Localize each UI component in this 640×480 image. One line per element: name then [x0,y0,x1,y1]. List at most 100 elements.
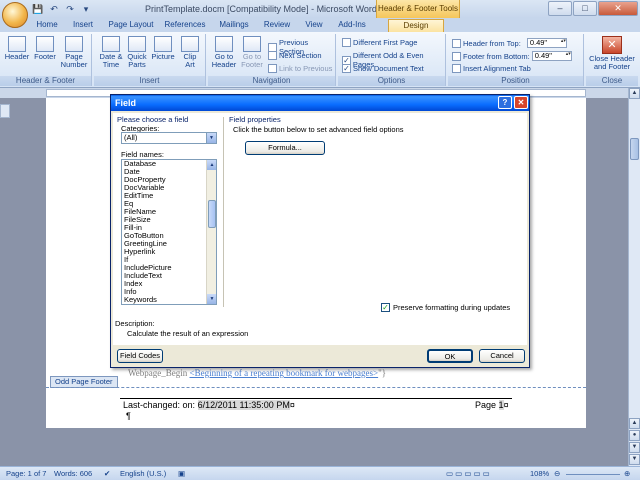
scroll-down-icon[interactable]: ▼ [629,454,640,465]
footer-position-icon [452,51,461,61]
insert-alignment-tab-button[interactable]: Insert Alignment Tab [452,64,531,73]
quick-access-toolbar: 💾 ↶ ↷ ▾ [32,3,92,15]
footer-from-bottom-spinner[interactable]: 0.49" [531,51,572,61]
footer-icon [36,36,54,52]
footer-button[interactable]: Footer [32,34,58,61]
picture-button[interactable]: Picture [150,34,176,61]
field-dialog: Field ? ✕ Please choose a field Field pr… [110,94,530,368]
zoom-slider[interactable] [566,474,620,475]
browse-object-icon[interactable]: ● [629,430,640,441]
office-button[interactable] [2,2,28,28]
preserve-formatting-checkbox[interactable]: ✓ Preserve formatting during updates [381,303,510,312]
alignment-tab-icon [452,64,461,73]
clip-art-button[interactable]: Clip Art [178,34,202,69]
chevron-down-icon[interactable]: ▼ [206,133,216,143]
header-button[interactable]: Header [4,34,30,61]
scroll-up-icon[interactable]: ▲ [207,160,216,170]
description-text: Calculate the result of an expression [127,329,249,338]
minimize-button[interactable]: – [548,1,572,16]
tab-add-ins[interactable]: Add-Ins [334,19,370,32]
date-time-button[interactable]: Date & Time [98,34,124,69]
cancel-button[interactable]: Cancel [479,349,525,363]
tab-home[interactable]: Home [32,19,62,32]
paragraph-mark: ¶ [126,411,131,421]
tab-insert[interactable]: Insert [68,19,98,32]
context-tools-title: Header & Footer Tools [376,0,460,18]
formula-button[interactable]: Formula... [245,141,325,155]
scroll-up-icon[interactable]: ▲ [629,88,640,99]
ok-button[interactable]: OK [427,349,473,363]
spelling-check-icon[interactable]: ✔ [104,469,110,478]
footer-from-bottom-field: Footer from Bottom: 0.49" [452,51,572,61]
next-section-button[interactable]: Next Section [268,51,322,60]
calendar-icon [102,36,120,52]
next-page-icon[interactable]: ▼ [629,442,640,453]
scroll-thumb[interactable] [630,138,639,160]
group-label-close: Close [586,76,638,86]
dialog-close-button[interactable]: ✕ [514,96,528,109]
help-button[interactable]: ? [498,96,512,109]
different-first-page-checkbox[interactable]: Different First Page [342,38,417,47]
clip-art-icon [181,36,199,52]
vertical-scrollbar[interactable]: ▲ ▲ ● ▼ ▼ [628,88,640,466]
tab-mailings[interactable]: Mailings [214,19,254,32]
list-item[interactable]: Keywords [122,296,216,304]
picture-icon [154,36,172,52]
tab-references[interactable]: References [162,19,208,32]
bookmark-link[interactable]: <Beginning of a repeating bookmark for w… [190,368,379,378]
field-codes-button[interactable]: Field Codes [117,349,163,363]
scroll-down-icon[interactable]: ▼ [207,294,216,304]
header-from-top-field: Header from Top: 0.49" [452,38,567,48]
checkbox-icon [342,38,351,47]
close-header-footer-button[interactable]: ✕ Close Header and Footer [586,34,638,71]
customize-qat-icon[interactable]: ▾ [80,3,92,15]
choose-field-heading: Please choose a field [117,115,189,124]
zoom-out-icon[interactable]: ⊖ [554,469,560,478]
field-names-list[interactable]: Database Date DocProperty DocVariable Ed… [121,159,217,305]
page-number-button[interactable]: Page Number [60,34,88,69]
zoom-in-icon[interactable]: ⊕ [624,469,630,478]
show-document-text-checkbox[interactable]: Show Document Text [342,64,424,73]
close-icon: ✕ [602,36,622,54]
view-ruler-icon[interactable] [0,104,10,118]
categories-select[interactable]: (All) ▼ [121,132,217,144]
maximize-button[interactable]: □ [573,1,597,16]
link-to-previous-button[interactable]: Link to Previous [268,64,332,73]
status-language[interactable]: English (U.S.) [120,469,166,478]
tab-page-layout[interactable]: Page Layout [104,19,158,32]
ribbon: Header Footer Page Number Header & Foote… [0,32,640,88]
go-to-footer-icon [243,36,261,52]
list-scroll-thumb[interactable] [208,200,216,228]
dialog-title: Field [115,98,137,108]
tab-review[interactable]: Review [260,19,294,32]
status-zoom[interactable]: 108% [530,469,549,478]
macro-record-icon[interactable]: ▣ [178,469,185,478]
undo-icon[interactable]: ↶ [48,3,60,15]
previous-page-icon[interactable]: ▲ [629,418,640,429]
go-to-footer-button[interactable]: Go to Footer [238,34,266,69]
redo-icon[interactable]: ↷ [64,3,76,15]
body-field-text: Webpage_Begin <Beginning of a repeating … [128,368,387,378]
footer-page-number[interactable]: Page 1¤ [475,400,509,410]
footer-last-changed[interactable]: Last-changed: on: 6/12/2011 11:35:00 PM¤ [123,400,295,410]
save-icon[interactable]: 💾 [32,3,44,15]
group-label-navigation: Navigation [208,76,335,86]
close-window-button[interactable]: ✕ [598,1,638,16]
dialog-title-bar: Field ? ✕ [111,95,529,111]
view-buttons[interactable]: ▭ ▭ ▭ ▭ ▭ [446,469,490,478]
list-scrollbar[interactable]: ▲ ▼ [206,160,216,304]
status-words[interactable]: Words: 606 [54,469,92,478]
click-button-text: Click the button below to set advanced f… [233,125,404,134]
footer-rule [120,398,512,399]
checkbox-checked-icon: ✓ [381,303,390,312]
quick-parts-button[interactable]: Quick Parts [124,34,150,69]
header-from-top-spinner[interactable]: 0.49" [526,38,567,48]
list-item[interactable]: EditTime [122,192,216,200]
tab-design[interactable]: Design [388,19,444,32]
list-item[interactable]: Hyperlink [122,248,216,256]
go-to-header-button[interactable]: Go to Header [210,34,238,69]
tab-view[interactable]: View [300,19,328,32]
status-page[interactable]: Page: 1 of 7 [6,469,46,478]
go-to-header-icon [215,36,233,52]
footer-date-field[interactable]: 6/12/2011 11:35:00 PM [197,400,290,410]
